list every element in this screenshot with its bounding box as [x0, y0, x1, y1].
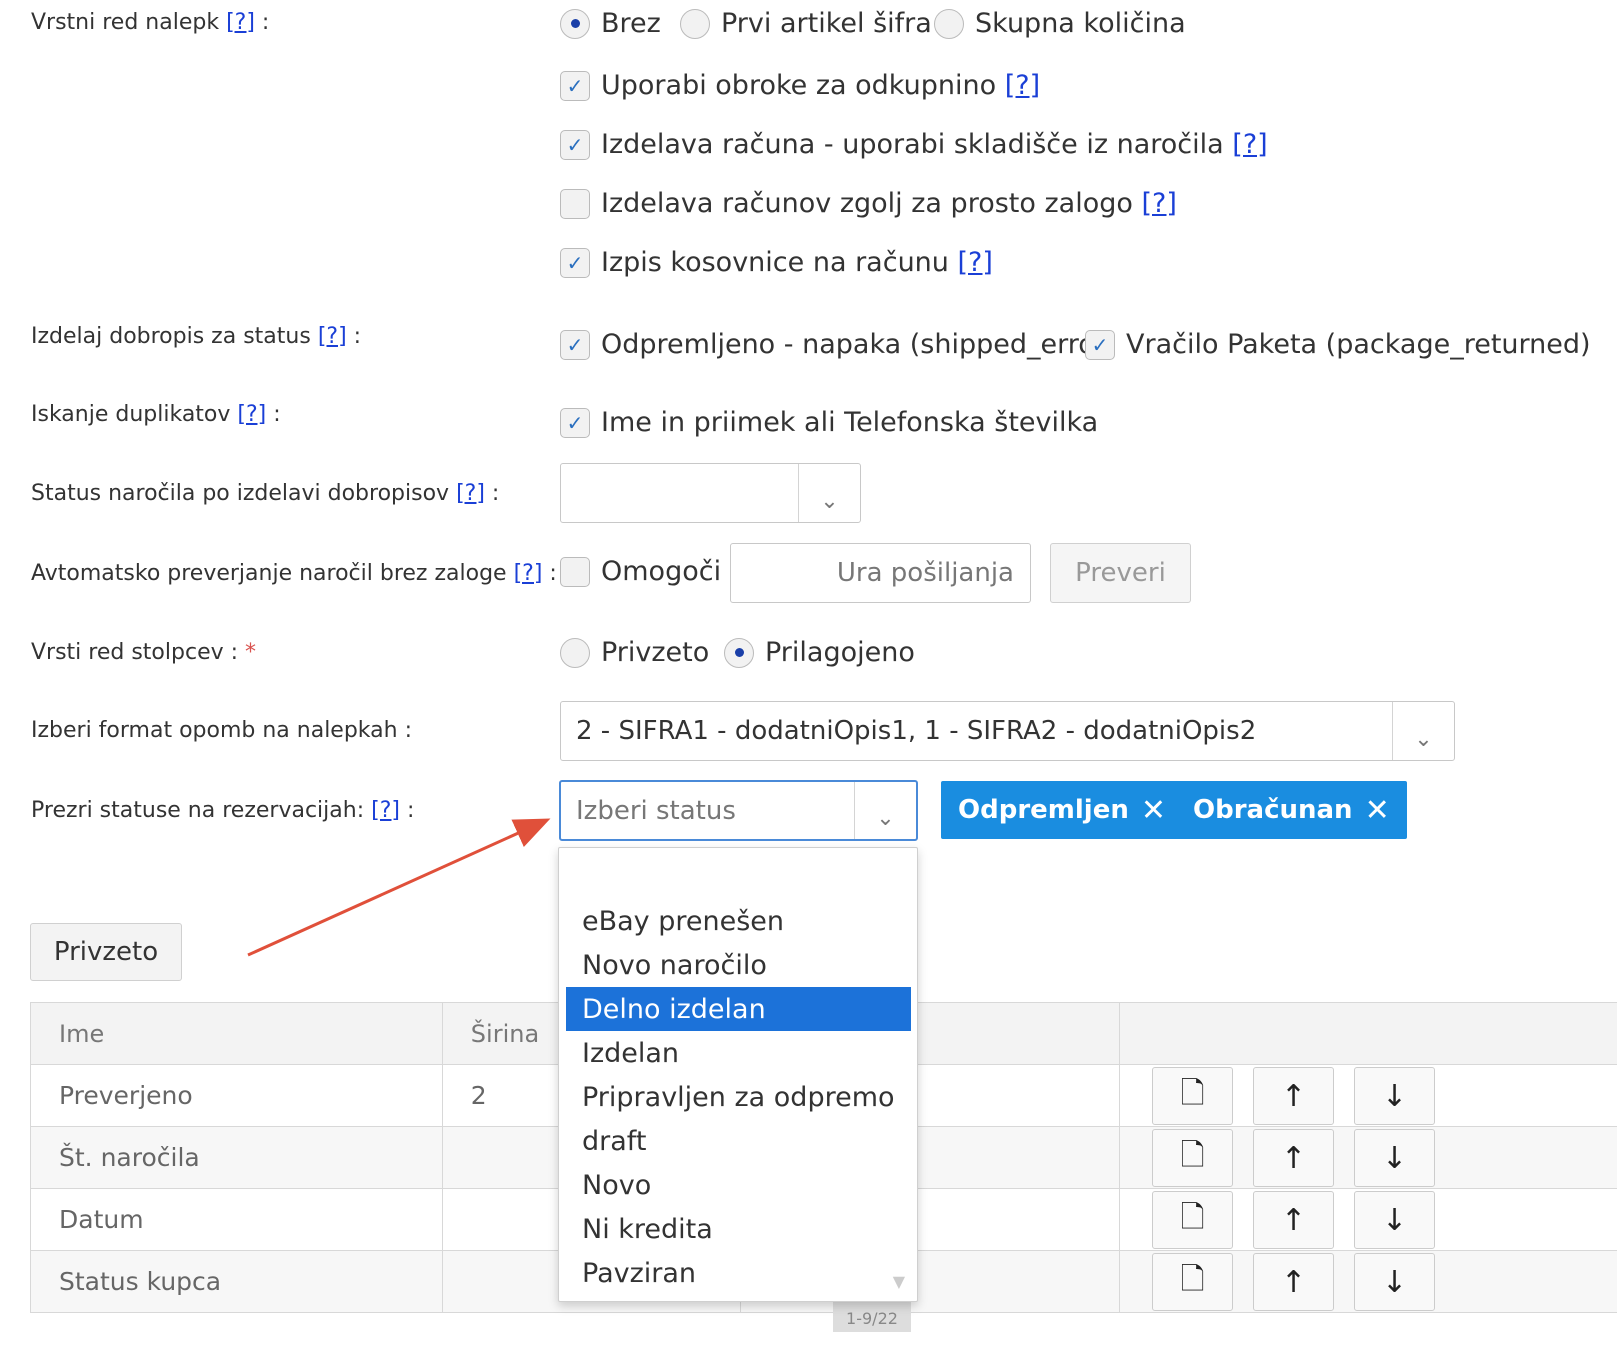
annotation-arrow: [247, 818, 551, 957]
annotation-arrow-line: [247, 818, 551, 957]
